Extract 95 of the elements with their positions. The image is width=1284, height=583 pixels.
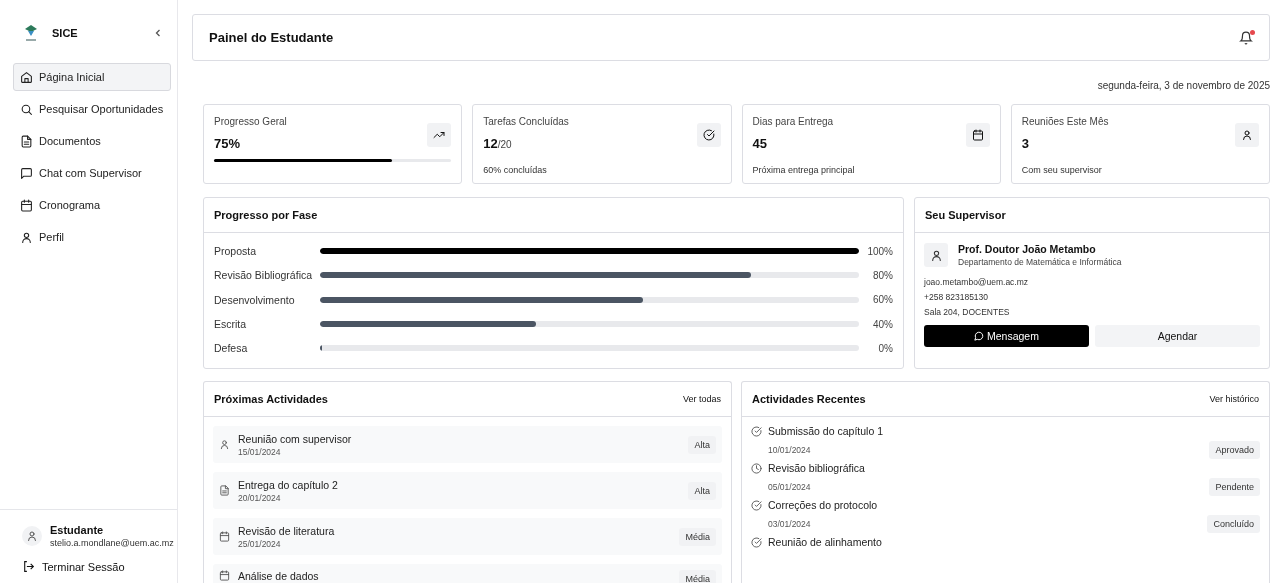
card-title: Progresso por Fase xyxy=(214,209,318,221)
activity-date: 25/01/2024 xyxy=(238,539,282,549)
message-button[interactable]: Mensagem xyxy=(924,325,1089,347)
phase-percent: 40% xyxy=(872,318,893,330)
stat-label: Reuniões Este Mês xyxy=(1021,116,1109,127)
check-circle-icon xyxy=(751,537,762,548)
user-icon xyxy=(219,439,230,451)
activity-item[interactable]: Reunião com supervisor 15/01/2024 Alta xyxy=(213,426,722,464)
document-icon xyxy=(20,134,33,148)
nav-item[interactable]: Pesquisar Oportunidades xyxy=(13,95,171,123)
nav-item[interactable]: Chat com Supervisor xyxy=(13,159,171,187)
calendar-icon xyxy=(20,198,33,212)
current-date: segunda-feira, 3 de novembro de 2025 xyxy=(1096,80,1270,91)
phase-name: Desenvolvimento xyxy=(214,293,296,306)
check-circle-icon xyxy=(702,129,715,141)
logout-icon xyxy=(22,560,35,573)
stat-value: 3 xyxy=(1021,136,1030,151)
activity-title: Reunião de alinhamento xyxy=(768,536,882,549)
logout-button[interactable]: Terminar Sessão xyxy=(22,560,169,573)
search-icon xyxy=(20,102,33,116)
bell-icon xyxy=(1239,30,1253,45)
collapse-icon[interactable] xyxy=(153,28,163,38)
home-icon xyxy=(20,70,33,84)
stat-note: Próxima entrega principal xyxy=(752,165,856,175)
stat-note: 60% concluídas xyxy=(483,165,548,175)
activity-title: Entrega do capítulo 2 xyxy=(238,479,339,491)
supervisor-phone: +258 823185130 xyxy=(924,292,990,302)
phase-percent: 60% xyxy=(872,294,893,306)
priority-tag: Média xyxy=(679,528,716,546)
history-link[interactable]: Ver histórico xyxy=(1209,394,1259,405)
trend-icon xyxy=(433,129,446,141)
priority-tag: Alta xyxy=(688,482,716,500)
schedule-button[interactable]: Agendar xyxy=(1095,325,1260,347)
phase-name: Defesa xyxy=(214,342,249,355)
activity-item[interactable]: Revisão de literatura 25/01/2024 Média xyxy=(213,518,722,556)
clock-icon xyxy=(751,463,762,474)
stat-label: Progresso Geral xyxy=(214,116,287,127)
activity-item[interactable]: Entrega do capítulo 2 20/01/2024 Alta xyxy=(213,472,722,510)
priority-tag: Média xyxy=(679,570,716,583)
priority-tag: Alta xyxy=(688,436,716,454)
activity-date: 10/01/2024 xyxy=(768,445,811,456)
stat-value: 75% xyxy=(214,136,242,151)
phase-name: Revisão Bibliográfica xyxy=(214,269,314,282)
document-icon xyxy=(219,485,230,497)
card-title: Actividades Recentes xyxy=(752,393,866,406)
stat-value: 45 xyxy=(752,136,768,151)
stat-value: 12/20 xyxy=(483,136,513,151)
check-circle-icon xyxy=(751,500,762,511)
activity-title: Análise de dados xyxy=(238,570,320,583)
calendar-icon xyxy=(219,531,230,543)
brand-name: SICE xyxy=(52,27,78,39)
status-tag: Aprovado xyxy=(1209,441,1260,460)
phase-percent: 100% xyxy=(866,245,893,257)
user-icon xyxy=(20,230,33,244)
activity-title: Revisão bibliográfica xyxy=(768,462,865,475)
nav-item[interactable]: Página Inicial xyxy=(13,63,171,91)
activity-date: 03/01/2024 xyxy=(768,519,811,530)
nav-item[interactable]: Perfil xyxy=(13,223,171,251)
notification-button[interactable] xyxy=(1239,30,1253,45)
activity-date: 15/01/2024 xyxy=(238,447,282,457)
supervisor-name: Prof. Doutor João Metambo xyxy=(958,243,1097,255)
phase-percent: 0% xyxy=(877,342,893,354)
activity-date: 20/01/2024 xyxy=(238,493,282,503)
user-name: Estudante xyxy=(50,524,105,536)
nav-item[interactable]: Documentos xyxy=(13,127,171,155)
supervisor-department: Departamento de Matemática e Informática xyxy=(958,257,1122,267)
calendar-icon xyxy=(219,570,230,582)
calendar-icon xyxy=(971,129,984,141)
phase-name: Proposta xyxy=(214,245,258,258)
activity-date: 05/01/2024 xyxy=(768,482,811,493)
card-title: Seu Supervisor xyxy=(925,209,1006,221)
stat-label: Dias para Entrega xyxy=(752,116,834,127)
user-email: stelio.a.mondlane@uem.ac.mz xyxy=(50,538,174,548)
activity-title: Submissão do capítulo 1 xyxy=(768,425,883,438)
check-circle-icon xyxy=(751,426,762,437)
activity-item[interactable]: Análise de dados Média xyxy=(213,564,722,583)
chat-icon xyxy=(974,331,984,341)
stat-note: Com seu supervisor xyxy=(1021,165,1103,175)
page-title: Painel do Estudante xyxy=(209,30,334,45)
activity-title: Revisão de literatura xyxy=(238,525,336,537)
activity-title: Correções do protocolo xyxy=(768,499,878,512)
phase-name: Escrita xyxy=(214,318,248,331)
activity-title: Reunião com supervisor xyxy=(238,433,353,445)
status-tag: Concluído xyxy=(1207,515,1260,534)
user-icon xyxy=(929,248,943,262)
view-all-link[interactable]: Ver todas xyxy=(682,394,721,405)
card-title: Próximas Actividades xyxy=(214,393,328,406)
phase-percent: 80% xyxy=(872,269,893,281)
user-icon xyxy=(1241,129,1253,141)
supervisor-office: Sala 204, DOCENTES xyxy=(924,307,1011,317)
status-tag: Pendente xyxy=(1209,478,1260,497)
chat-icon xyxy=(20,166,33,180)
stat-label: Tarefas Concluídas xyxy=(483,116,569,127)
nav-item[interactable]: Cronograma xyxy=(13,191,171,219)
supervisor-email: joao.metambo@uem.ac.mz xyxy=(924,277,1030,287)
